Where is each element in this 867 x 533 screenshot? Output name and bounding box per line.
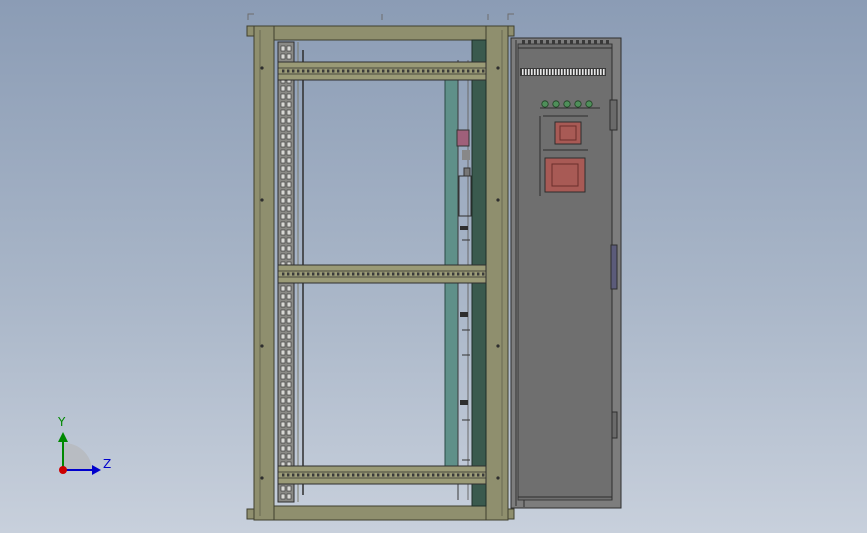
cabinet-door[interactable] <box>510 37 622 509</box>
axis-y-label: Y <box>57 415 66 429</box>
right-upright <box>485 25 509 521</box>
terminal-strip <box>520 68 606 76</box>
cad-viewport[interactable]: Y Z <box>0 0 867 533</box>
rear-equipment <box>456 129 472 461</box>
door-notches <box>522 40 609 44</box>
door-lock[interactable] <box>610 244 618 290</box>
origin-dot-icon <box>59 466 67 474</box>
left-upright <box>253 25 275 521</box>
door-handle[interactable] <box>609 99 618 131</box>
coordinate-triad-icon: Y Z <box>57 415 111 475</box>
top-brackets <box>247 13 514 20</box>
bottom-beam <box>253 505 509 521</box>
relay-small <box>554 121 582 145</box>
top-beam <box>253 25 509 41</box>
door-hinge <box>611 411 618 439</box>
cabinet-rack[interactable] <box>246 13 515 521</box>
axis-z-label: Z <box>103 457 111 471</box>
door-panel <box>517 43 613 501</box>
relay-large <box>544 157 586 193</box>
